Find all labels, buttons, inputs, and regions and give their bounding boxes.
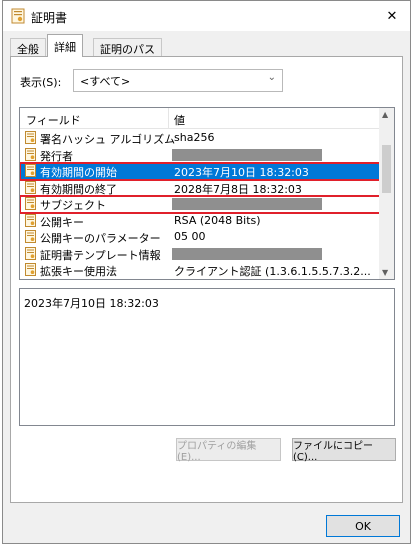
certificate-dialog: 証明書 ✕ 全般 詳細 証明のパス 表示(S): <すべて> ⌄ フィールド 値… <box>2 0 411 544</box>
certificate-field-icon <box>25 197 36 210</box>
close-icon: ✕ <box>386 8 398 24</box>
chevron-down-icon: ⌄ <box>267 72 276 83</box>
show-select-value: <すべて> <box>80 75 131 88</box>
column-header-field[interactable]: フィールド <box>26 112 81 128</box>
vertical-scrollbar[interactable]: ▲ ▼ <box>379 108 394 279</box>
row-field: サブジェクト <box>40 199 106 212</box>
details-panel: 表示(S): <すべて> ⌄ フィールド 値 署名ハッシュ アルゴリズム sha2… <box>10 56 403 503</box>
window-title: 証明書 <box>31 11 68 25</box>
row-field: 公開キーのパラメーター <box>40 232 161 245</box>
scrollbar-thumb[interactable] <box>382 145 391 193</box>
certificate-field-icon <box>25 131 36 144</box>
edit-properties-button[interactable]: プロパティの編集(E)... <box>176 438 281 463</box>
table-row[interactable]: 公開キーのパラメーター 05 00 <box>20 229 380 246</box>
table-row[interactable]: 有効期間の終了 2028年7月8日 18:32:03 <box>20 180 380 197</box>
row-field: 有効期間の終了 <box>40 182 117 196</box>
certificate-field-icon <box>25 164 36 177</box>
row-field: 拡張キー使用法 <box>40 265 117 278</box>
title-bar: 証明書 ✕ <box>3 1 410 31</box>
table-row[interactable]: 証明書テンプレート情報 <box>20 246 380 263</box>
scroll-down-icon[interactable]: ▼ <box>382 268 388 277</box>
certificate-field-icon <box>25 263 36 276</box>
certificate-field-icon <box>25 213 36 227</box>
redacted-value <box>172 148 322 161</box>
row-value: 2028年7月8日 18:32:03 <box>174 182 302 196</box>
tab-details[interactable]: 詳細 <box>47 34 83 57</box>
row-value: 2023年7月10日 18:32:03 <box>174 166 309 179</box>
table-row[interactable]: 公開キー RSA (2048 Bits) <box>20 213 380 230</box>
row-value: sha256 <box>174 131 215 144</box>
ok-button[interactable]: OK <box>326 515 400 537</box>
row-field: 証明書テンプレート情報 <box>40 248 161 262</box>
field-detail-box[interactable]: 2023年7月10日 18:32:03 <box>19 288 395 426</box>
tab-certification-path[interactable]: 証明のパス <box>93 38 162 57</box>
redacted-value <box>172 247 322 260</box>
column-divider[interactable] <box>168 108 169 129</box>
tab-general[interactable]: 全般 <box>10 38 46 57</box>
table-row[interactable]: 拡張キー使用法 クライアント認証 (1.3.6.1.5.5.7.3.2... <box>20 262 380 279</box>
row-value: クライアント認証 (1.3.6.1.5.5.7.3.2... <box>174 265 371 278</box>
table-row[interactable]: サブジェクト <box>20 195 381 214</box>
row-field: 発行者 <box>40 149 73 163</box>
list-rows: 署名ハッシュ アルゴリズム sha256 発行者有効期間の開始 2023年7月10日 … <box>20 130 381 279</box>
copy-to-file-button[interactable]: ファイルにコピー(C)... <box>292 438 396 463</box>
scroll-up-icon[interactable]: ▲ <box>382 110 388 119</box>
certificate-icon <box>11 8 25 24</box>
row-field: 署名ハッシュ アルゴリズム <box>40 133 176 146</box>
column-header-value[interactable]: 値 <box>174 112 185 128</box>
show-select[interactable]: <すべて> ⌄ <box>73 69 283 92</box>
close-button[interactable]: ✕ <box>380 5 404 27</box>
row-field: 公開キー <box>40 215 84 229</box>
table-row[interactable]: 発行者 <box>20 147 380 164</box>
certificate-field-icon <box>25 246 36 260</box>
row-field: 有効期間の開始 <box>40 166 117 179</box>
show-label: 表示(S): <box>20 76 62 89</box>
table-row[interactable]: 有効期間の開始 2023年7月10日 18:32:03 <box>20 162 381 181</box>
table-row[interactable]: 署名ハッシュ アルゴリズム sha256 <box>20 130 380 147</box>
row-value: 05 00 <box>174 230 206 243</box>
certificate-field-icon <box>25 230 36 243</box>
certificate-field-icon <box>25 180 36 194</box>
tab-bar: 全般 詳細 証明のパス <box>10 34 400 57</box>
list-header: フィールド 値 <box>20 108 380 129</box>
fields-list[interactable]: フィールド 値 署名ハッシュ アルゴリズム sha256 発行者有効期間の開始 202… <box>19 107 395 280</box>
field-detail-text: 2023年7月10日 18:32:03 <box>24 297 159 310</box>
row-value: RSA (2048 Bits) <box>174 213 261 227</box>
redacted-value <box>172 198 322 210</box>
certificate-field-icon <box>25 147 36 161</box>
